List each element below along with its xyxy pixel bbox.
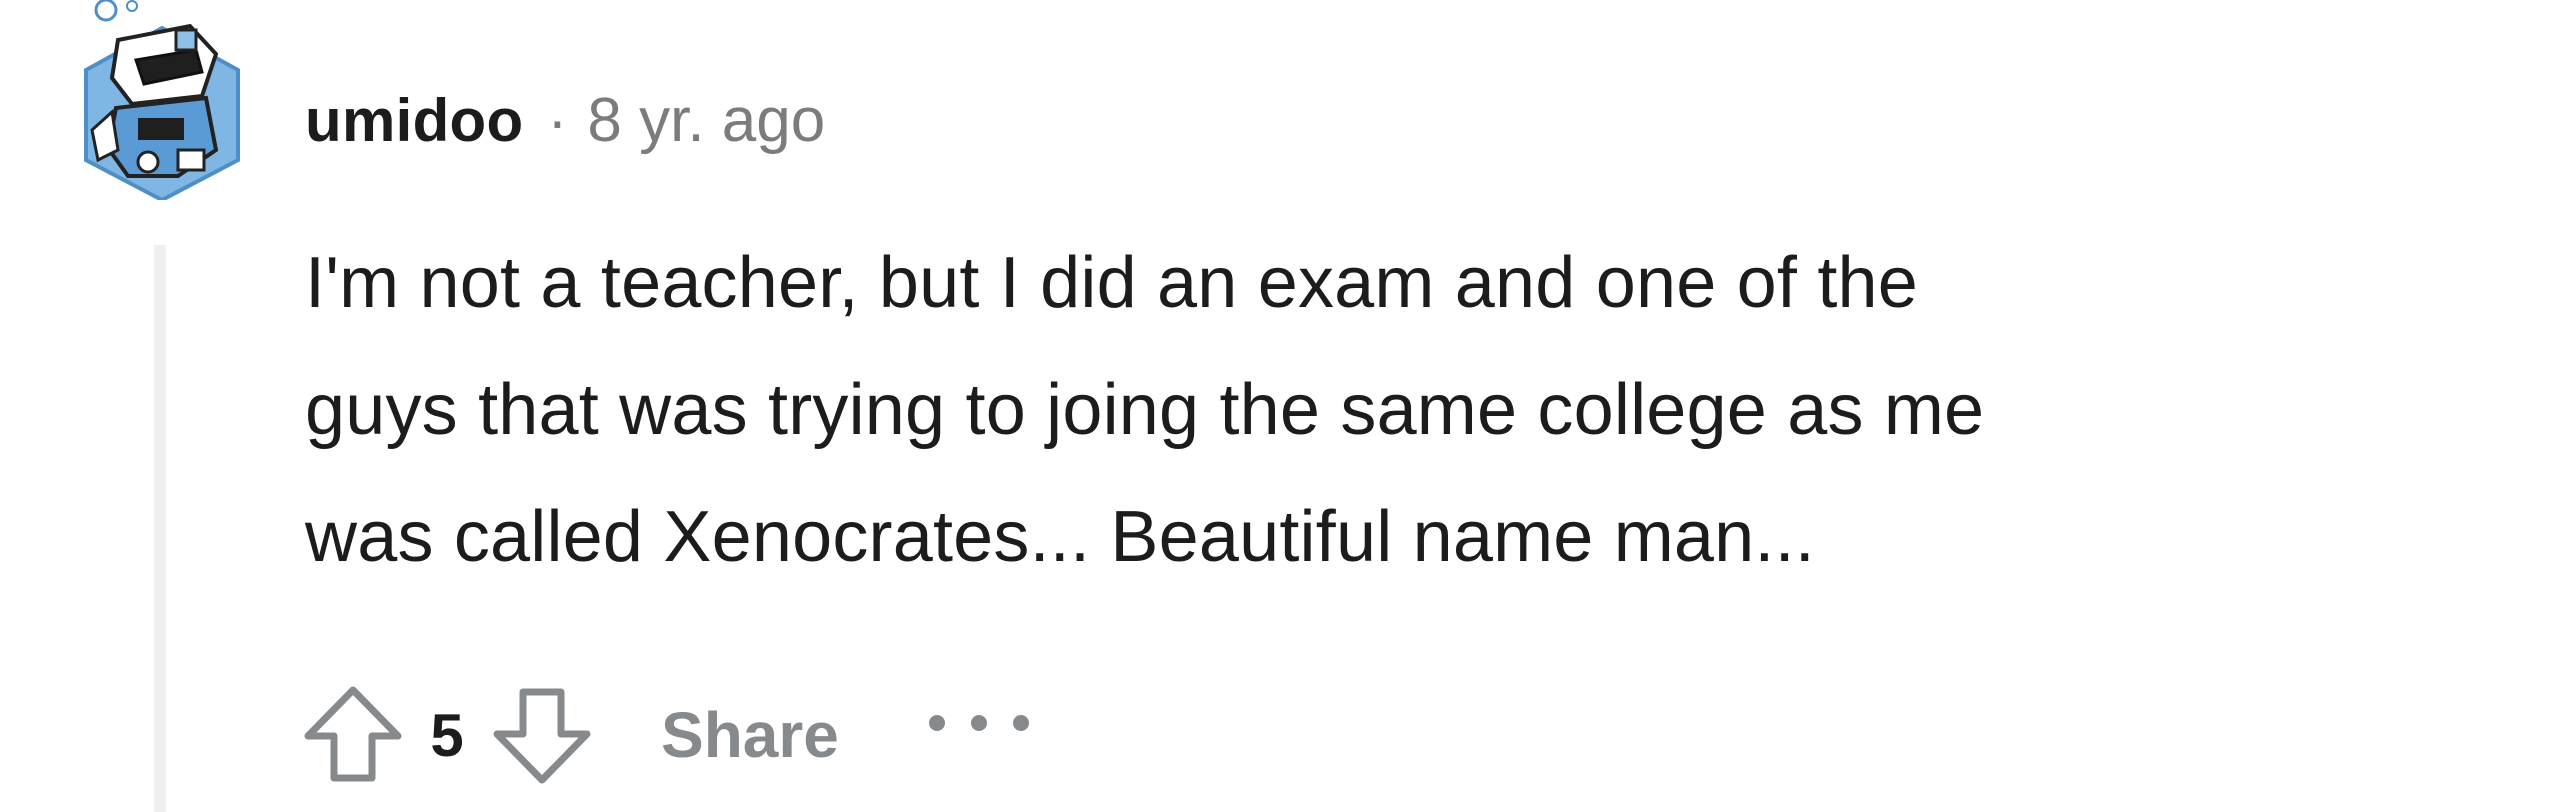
- comment-body: I'm not a teacher, but I did an exam and…: [305, 220, 2455, 601]
- comment-body-line: was called Xenocrates... Beautiful name …: [305, 497, 1815, 577]
- meta-separator: ·: [547, 86, 568, 154]
- more-dot: [1012, 715, 1029, 731]
- comment: umidoo · 8 yr. ago I'm not a teacher, bu…: [0, 0, 2574, 812]
- more-dot: [970, 715, 987, 731]
- comment-body-line: guys that was trying to joing the same c…: [305, 370, 1985, 450]
- comment-timestamp[interactable]: 8 yr. ago: [587, 85, 825, 156]
- comment-author-link[interactable]: umidoo: [305, 86, 523, 155]
- comment-body-line: I'm not a teacher, but I did an exam and…: [305, 243, 1919, 323]
- robot-avatar-icon[interactable]: [78, 0, 246, 200]
- downvote-button[interactable]: [484, 675, 599, 795]
- more-options-icon[interactable]: [928, 703, 1029, 743]
- arrow-up-icon: [304, 686, 401, 782]
- share-button[interactable]: Share: [661, 698, 839, 772]
- upvote-button[interactable]: [295, 675, 410, 795]
- thread-line[interactable]: [154, 245, 166, 812]
- vote-score: 5: [430, 701, 464, 769]
- arrow-down-icon: [493, 688, 590, 784]
- comment-meta: umidoo · 8 yr. ago: [305, 75, 825, 165]
- comment-actions: 5 Share: [295, 675, 1029, 795]
- more-dot: [928, 715, 945, 731]
